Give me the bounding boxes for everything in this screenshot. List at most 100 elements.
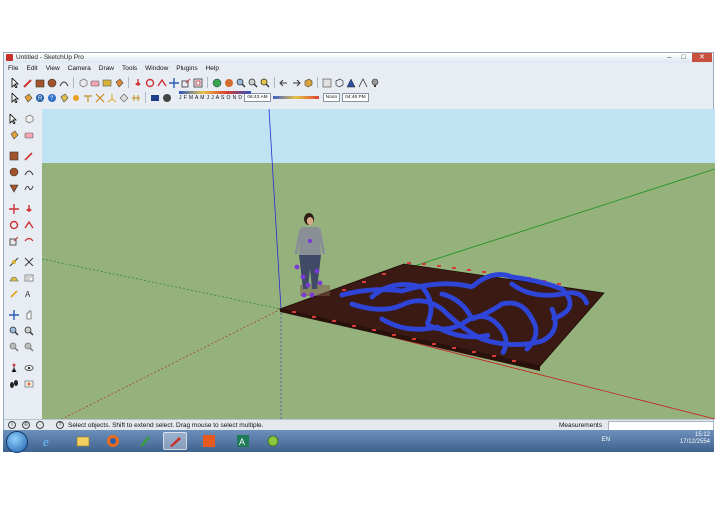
select-icon-2[interactable] [10, 92, 21, 103]
section-plane-tool-icon[interactable] [22, 377, 35, 390]
look-around-tool-icon[interactable] [22, 361, 35, 374]
menu-tools[interactable]: Tools [118, 64, 141, 73]
move-icon[interactable] [168, 77, 179, 88]
3d-text-icon[interactable] [118, 92, 129, 103]
scale-icon[interactable] [180, 77, 191, 88]
menu-view[interactable]: View [42, 64, 64, 73]
orbit-icon[interactable] [211, 77, 222, 88]
walk-icon[interactable]: R [34, 92, 45, 103]
dimension-tool-icon[interactable] [22, 255, 35, 268]
component-tool-icon[interactable] [22, 112, 35, 125]
standard-views-icon[interactable] [302, 77, 313, 88]
tag-icon[interactable] [130, 92, 141, 103]
pan-tool-icon[interactable] [22, 308, 35, 321]
geolocation-icon[interactable]: i [8, 421, 16, 429]
xray-icon[interactable] [321, 77, 332, 88]
follow-me-icon[interactable] [156, 77, 167, 88]
firefox-icon[interactable] [101, 432, 125, 450]
sketchup-taskbar-icon[interactable] [163, 432, 187, 450]
menu-file[interactable]: File [4, 64, 22, 73]
push-pull-tool-icon[interactable] [22, 202, 35, 215]
menu-window[interactable]: Window [141, 64, 172, 73]
orbit-tool-icon[interactable] [7, 308, 20, 321]
rectangle-icon[interactable] [34, 77, 45, 88]
internet-explorer-icon[interactable]: e [37, 432, 61, 450]
zoom-extents-tool-icon[interactable] [22, 340, 35, 353]
display-shadows-icon[interactable] [161, 92, 172, 103]
wireframe-icon[interactable] [333, 77, 344, 88]
rotate-tool-icon[interactable] [7, 218, 20, 231]
circle-icon[interactable] [46, 77, 57, 88]
menu-plugins[interactable]: Plugins [172, 64, 201, 73]
hidden-line-icon[interactable] [345, 77, 356, 88]
select-tool-icon[interactable] [7, 112, 20, 125]
next-view-icon[interactable] [290, 77, 301, 88]
language-indicator[interactable]: EN [602, 437, 610, 443]
tape-tool-icon[interactable] [7, 255, 20, 268]
offset-tool-icon[interactable] [22, 234, 35, 247]
move-tool-icon[interactable] [7, 202, 20, 215]
pencil-icon[interactable] [22, 77, 33, 88]
freehand-tool-icon[interactable] [22, 181, 35, 194]
shaded-icon[interactable] [357, 77, 368, 88]
polygon-tool-icon[interactable] [7, 181, 20, 194]
zoom-window-tool-icon[interactable] [22, 324, 35, 337]
close-button[interactable]: ✕ [692, 53, 712, 62]
scale-tool-icon[interactable] [7, 234, 20, 247]
make-component-icon[interactable] [77, 77, 88, 88]
menu-draw[interactable]: Draw [95, 64, 118, 73]
walk-tool-icon[interactable] [7, 377, 20, 390]
zoom-extents-icon[interactable] [259, 77, 270, 88]
clock[interactable]: 15:12 17/12/2554 [680, 432, 710, 446]
axes-icon[interactable] [106, 92, 117, 103]
file-explorer-icon[interactable] [71, 432, 95, 450]
tape-measure-icon[interactable] [101, 77, 112, 88]
maximize-button[interactable]: □ [677, 53, 690, 62]
dimension-icon[interactable] [82, 92, 93, 103]
paint-tool-icon[interactable] [7, 128, 20, 141]
pan-icon[interactable] [223, 77, 234, 88]
drawing-viewport[interactable] [42, 109, 715, 419]
textured-icon[interactable] [369, 77, 380, 88]
user-icon[interactable]: · [36, 421, 44, 429]
axes-tool-icon[interactable] [7, 287, 20, 300]
credits-icon[interactable]: © [22, 421, 30, 429]
position-camera-icon[interactable] [58, 92, 69, 103]
zoom-window-icon[interactable] [247, 77, 258, 88]
time-slider[interactable] [272, 96, 319, 99]
circle-tool-icon[interactable] [7, 165, 20, 178]
zoom-icon[interactable] [235, 77, 246, 88]
months-slider[interactable]: J F M A M J J A S O N D [179, 90, 251, 101]
paint-app-icon[interactable] [133, 432, 157, 450]
line-tool-icon[interactable] [22, 149, 35, 162]
text-icon[interactable] [94, 92, 105, 103]
minimize-button[interactable]: – [663, 53, 676, 62]
protractor-tool-icon[interactable] [7, 271, 20, 284]
previous-view-icon[interactable] [278, 77, 289, 88]
menu-help[interactable]: Help [202, 64, 223, 73]
text-tool-icon[interactable] [22, 271, 35, 284]
position-camera-tool-icon[interactable] [7, 361, 20, 374]
rectangle-tool-icon[interactable] [7, 149, 20, 162]
push-pull-icon[interactable] [132, 77, 143, 88]
section-plane-icon[interactable] [70, 92, 81, 103]
media-player-icon[interactable] [197, 432, 221, 450]
zoom-tool-icon[interactable] [7, 324, 20, 337]
shadow-settings-icon[interactable] [149, 92, 160, 103]
menu-camera[interactable]: Camera [64, 64, 95, 73]
menu-edit[interactable]: Edit [22, 64, 41, 73]
rotate-icon[interactable] [144, 77, 155, 88]
look-around-icon[interactable]: ? [46, 92, 57, 103]
previous-tool-icon[interactable] [7, 340, 20, 353]
eraser-icon[interactable] [89, 77, 100, 88]
select-icon[interactable] [10, 77, 21, 88]
arc-icon[interactable] [58, 77, 69, 88]
arc-tool-icon[interactable] [22, 165, 35, 178]
3d-text-tool-icon[interactable]: A [22, 287, 35, 300]
help-icon[interactable]: ? [56, 421, 64, 429]
paint-icon[interactable] [22, 92, 33, 103]
start-button[interactable] [6, 431, 28, 453]
settings-app-icon[interactable] [261, 432, 285, 450]
offset-icon[interactable] [192, 77, 203, 88]
dictionary-app-icon[interactable]: A [231, 432, 255, 450]
